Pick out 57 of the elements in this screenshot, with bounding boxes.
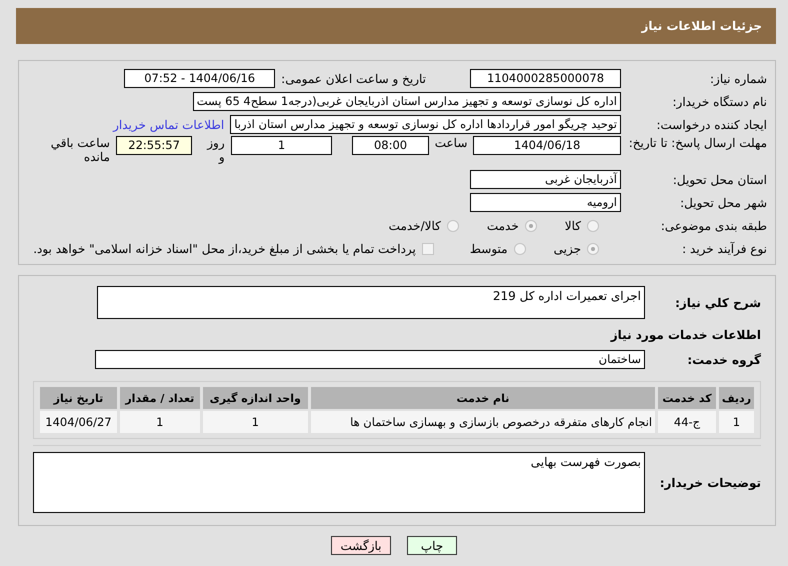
field-label: مهلت ارسال پاسخ: تا تاریخ: — [628, 136, 767, 150]
radio-button[interactable] — [524, 220, 537, 232]
column-header: تعداد / مقدار — [120, 387, 200, 409]
deadline-time-field: 08:00 — [352, 136, 429, 155]
field-label: نوع فرآیند خرید : — [681, 242, 767, 256]
remaining-time-field: 22:55:57 — [116, 136, 192, 155]
field-label: طبقه بندی موضوعی: — [660, 218, 767, 232]
checkbox[interactable] — [422, 242, 434, 254]
radio-button[interactable] — [446, 220, 459, 232]
radio-button[interactable] — [514, 242, 526, 254]
contact-link[interactable]: اطلاعات تماس خریدار — [113, 118, 224, 132]
field-label: توضیحات خریدار: — [658, 476, 761, 490]
radio-label: کالا — [564, 218, 581, 232]
table-cell: 1 — [718, 411, 754, 433]
radio-button[interactable] — [587, 242, 599, 254]
table-cell: انجام کارهای متفرقه درخصوص بازسازی و بهسازی ساختمان ها — [310, 411, 656, 433]
table-cell: 1 — [202, 411, 308, 433]
column-header: نام خدمت — [310, 387, 656, 409]
radio-label: خدمت — [486, 218, 519, 232]
table-cell: 1404/06/27 — [40, 411, 117, 433]
field-label: تاریخ و ساعت اعلان عمومی: — [281, 72, 426, 86]
buyer-notes-field: بصورت فهرست بهایی — [33, 452, 645, 513]
deadline-date-field: 1404/06/18 — [473, 136, 621, 155]
field-label: نام دستگاه خریدار: — [672, 94, 767, 108]
field-label: شماره نیاز: — [709, 72, 767, 86]
field-label: استان محل تحویل: — [672, 172, 767, 186]
creator-field: توحید چریگو امور قراردادها اداره کل نوسازی توسعه و تجهیز مدارس استان اذربا — [230, 115, 621, 134]
announce-date-field: 1404/06/16 - 07:52 — [124, 69, 276, 88]
column-header: کد خدمت — [658, 387, 716, 409]
field-label: شهر محل تحویل: — [679, 196, 767, 210]
radio-label: متوسط — [470, 242, 508, 256]
page-title: جزئیات اطلاعات نیاز — [641, 19, 762, 33]
field-label: ایجاد کننده درخواست: — [655, 118, 767, 132]
summary-field: اجرای تعمیرات اداره کل 219 — [97, 286, 645, 319]
section-heading: اطلاعات خدمات مورد نیاز — [610, 328, 761, 342]
service-group-field: ساختمان — [95, 350, 645, 369]
days-label: روز و — [206, 136, 225, 164]
field-label: گروه خدمت: — [686, 352, 761, 366]
radio-label: جزیی — [554, 242, 581, 256]
remaining-label: ساعت باقي مانده — [50, 136, 110, 164]
column-header: تاریخ نیاز — [40, 387, 117, 409]
checkbox-label: پرداخت تمام یا بخشی از مبلغ خرید،از محل "اسناد خزانه اسلامی" خواهد بود. — [33, 242, 416, 256]
need-number-field: 1104000285000078 — [470, 69, 621, 88]
city-field: ارومیه — [470, 193, 621, 212]
column-header: واحد اندازه گیری — [202, 387, 308, 409]
column-header: ردیف — [718, 387, 754, 409]
field-label: شرح کلي نياز: — [674, 296, 761, 310]
table-cell: 1 — [120, 411, 200, 433]
province-field: آذربایجان غربی — [470, 170, 621, 189]
radio-label: کالا/خدمت — [388, 218, 441, 232]
back-button[interactable]: بازگشت — [331, 536, 391, 555]
radio-button[interactable] — [587, 220, 599, 232]
table-cell: ج-44 — [658, 411, 716, 433]
days-field: 1 — [230, 136, 332, 155]
print-button[interactable]: چاپ — [407, 536, 457, 555]
buyer-field: اداره کل نوسازی توسعه و تجهیز مدارس استان اذربایجان غربی(درجه1 سطح4 65 پست — [192, 92, 621, 111]
time-label: ساعت — [434, 136, 468, 150]
